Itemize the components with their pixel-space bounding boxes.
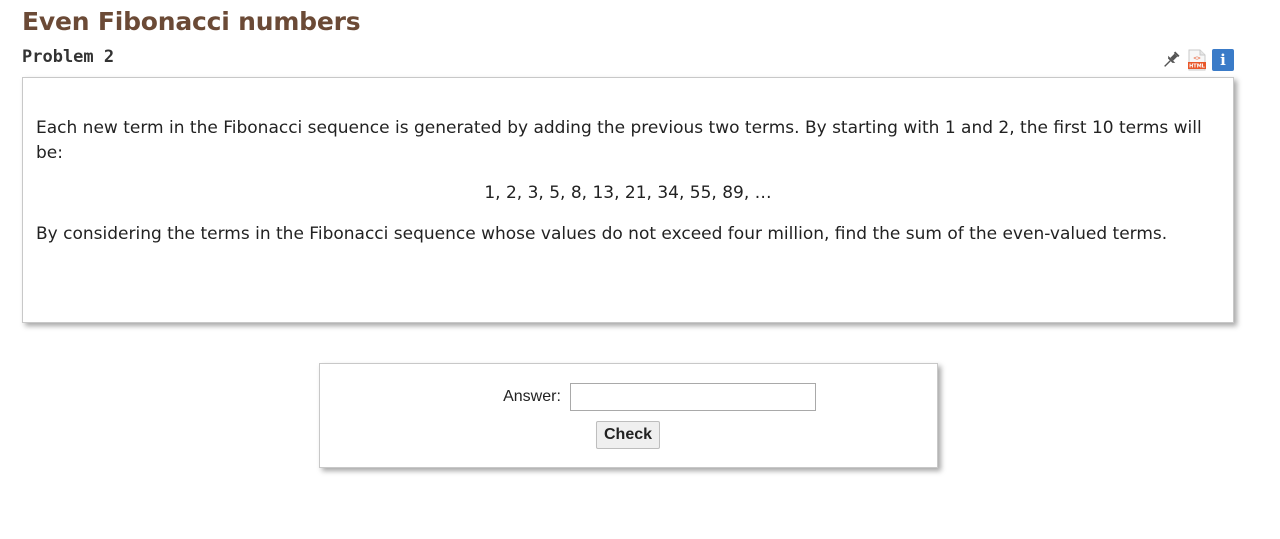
info-icon[interactable]: i [1212,49,1234,71]
fibonacci-sequence: 1, 2, 3, 5, 8, 13, 21, 34, 55, 89, … [484,183,772,203]
answer-row: Answer: [320,383,937,411]
pin-icon[interactable] [1160,49,1182,71]
problem-number: Problem 2 [22,47,115,67]
answer-input[interactable] [569,383,816,411]
check-button[interactable]: Check [595,421,661,449]
answer-form: Answer: Check [319,363,938,468]
html-icon-label: HTML [1189,64,1206,70]
page-title: Even Fibonacci numbers [22,7,361,36]
problem-paragraph-2: By considering the terms in the Fibonacc… [36,224,1168,244]
html-icon[interactable]: <> HTML [1187,49,1207,71]
answer-label: Answer: [503,388,561,405]
problem-paragraph-1: Each new term in the Fibonacci sequence … [36,118,1202,163]
svg-text:<>: <> [1193,55,1201,62]
problem-content: Each new term in the Fibonacci sequence … [22,77,1234,323]
problem-toolbar: <> HTML i [1160,49,1234,71]
